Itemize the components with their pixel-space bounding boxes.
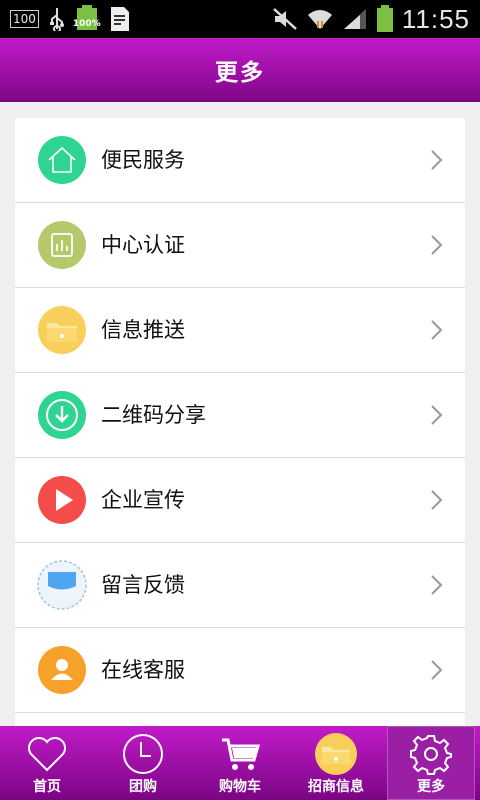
menu-item-label: 留言反馈 — [101, 573, 185, 597]
page-title: 更多 — [215, 60, 265, 86]
signal-icon — [343, 9, 366, 29]
battery-status-label: 100% — [72, 19, 101, 29]
menu-item-label: 便民服务 — [101, 148, 185, 172]
tab-investment-info[interactable]: 招商信息 — [292, 726, 380, 800]
battery-status-icon: 100% — [72, 5, 101, 33]
menu-item-qrcode-share[interactable]: 二维码分享 — [15, 373, 465, 458]
chevron-right-icon — [431, 490, 443, 510]
wifi-icon — [307, 10, 332, 29]
tab-label: 团购 — [129, 779, 157, 795]
status-right: 11:55 — [272, 0, 470, 38]
chart-icon — [38, 221, 86, 269]
chevron-right-icon — [431, 575, 443, 595]
tab-home[interactable]: 首页 — [3, 726, 91, 800]
mute-icon — [273, 8, 297, 30]
tab-group-buy[interactable]: 团购 — [99, 726, 187, 800]
chevron-right-icon — [431, 235, 443, 255]
menu-item-label: 在线客服 — [101, 658, 185, 682]
message-icon — [37, 560, 87, 610]
menu-item-feedback[interactable]: 留言反馈 — [15, 543, 465, 628]
heart-icon — [28, 737, 66, 772]
menu-item-label: 企业宣传 — [101, 488, 185, 512]
battery-icon — [376, 5, 393, 32]
tab-cart[interactable]: 购物车 — [196, 726, 284, 800]
status-bar: 100 100% 11:55 — [0, 0, 480, 38]
chevron-right-icon — [431, 405, 443, 425]
home-icon — [38, 136, 86, 184]
cart-icon — [222, 738, 260, 770]
menu-item-center-certification[interactable]: 中心认证 — [15, 203, 465, 288]
bottom-tab-bar: 首页 团购 购物车 招商信息 更多 — [0, 726, 480, 800]
clock-icon — [123, 734, 163, 774]
menu-item-partial — [15, 713, 465, 726]
title-bar: 更多 — [0, 38, 480, 102]
tab-label: 招商信息 — [308, 779, 364, 795]
chevron-right-icon — [431, 320, 443, 340]
tab-label: 购物车 — [219, 779, 261, 795]
clock-time: 11:55 — [401, 3, 470, 34]
menu-item-info-push[interactable]: 信息推送 — [15, 288, 465, 373]
gear-icon — [410, 735, 452, 775]
play-icon — [38, 476, 86, 524]
menu-list: 便民服务 中心认证 信息推送 二维码分享 企业宣传 留言反馈 在线客服 — [15, 118, 465, 726]
person-icon — [38, 646, 86, 694]
chevron-right-icon — [431, 150, 443, 170]
menu-item-label: 二维码分享 — [101, 403, 206, 427]
menu-item-label: 信息推送 — [101, 318, 185, 342]
document-icon — [110, 7, 129, 31]
status-box-indicator: 100 — [10, 10, 39, 28]
chevron-right-icon — [431, 660, 443, 680]
menu-item-convenience-service[interactable]: 便民服务 — [15, 118, 465, 203]
usb-icon — [49, 8, 64, 31]
download-icon — [38, 391, 86, 439]
menu-item-online-support[interactable]: 在线客服 — [15, 628, 465, 713]
menu-item-enterprise-promo[interactable]: 企业宣传 — [15, 458, 465, 543]
menu-item-label: 中心认证 — [101, 233, 185, 257]
tab-more[interactable]: 更多 — [387, 726, 475, 800]
tab-label: 更多 — [417, 779, 445, 795]
status-left: 100 100% — [10, 5, 131, 33]
folder-icon — [315, 733, 357, 775]
folder-icon — [38, 306, 86, 354]
tab-label: 首页 — [33, 779, 61, 795]
